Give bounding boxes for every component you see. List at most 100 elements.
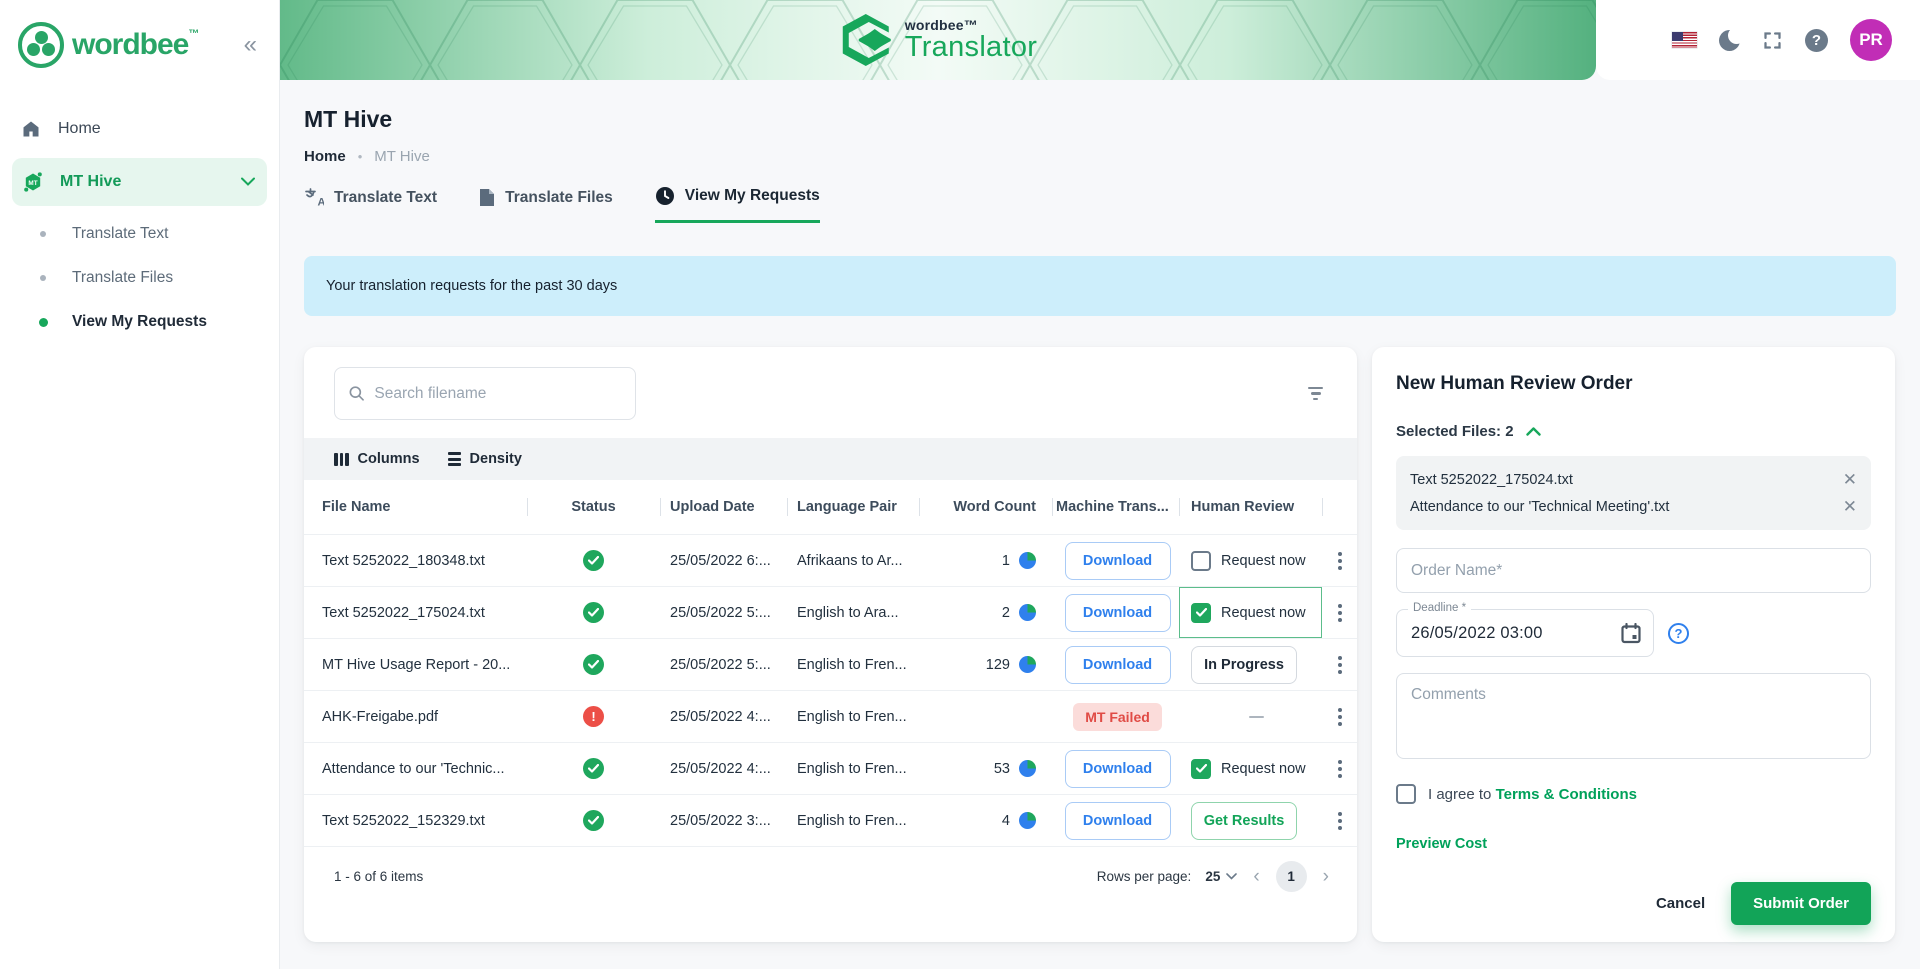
- cancel-button[interactable]: Cancel: [1656, 895, 1705, 912]
- status-cell: !: [527, 691, 660, 742]
- row-menu-icon[interactable]: [1333, 599, 1347, 627]
- sidebar-collapse-icon[interactable]: «: [244, 33, 261, 57]
- sidebar-item-translate-files[interactable]: Translate Files: [0, 256, 279, 300]
- request-now-checkbox[interactable]: [1191, 603, 1211, 623]
- word-count-value: 1: [1002, 553, 1010, 569]
- page-title: MT Hive: [304, 106, 392, 133]
- column-header-word-count[interactable]: Word Count: [919, 480, 1052, 534]
- filter-icon[interactable]: [1302, 381, 1329, 407]
- word-count-pie-icon: [1019, 604, 1036, 621]
- clock-icon: [655, 186, 675, 206]
- translator-logo: wordbee™ Translator: [839, 12, 1037, 68]
- sidebar-item-mt-hive[interactable]: MT MT Hive: [12, 158, 267, 206]
- brand-name: wordbee™: [72, 28, 198, 62]
- sidebar: wordbee™ « Home MT MT Hive Tra: [0, 0, 280, 969]
- download-button[interactable]: Download: [1065, 542, 1171, 580]
- language-pair-cell: English to Fren...: [787, 743, 919, 794]
- row-menu-icon[interactable]: [1333, 807, 1347, 835]
- dark-mode-icon[interactable]: [1719, 30, 1740, 51]
- search-icon: [349, 385, 364, 402]
- deadline-field[interactable]: Deadline * 26/05/2022 03:00: [1396, 609, 1654, 657]
- help-icon[interactable]: ?: [1805, 29, 1828, 52]
- submit-order-button[interactable]: Submit Order: [1731, 882, 1871, 925]
- request-now-checkbox[interactable]: [1191, 759, 1211, 779]
- row-actions-cell: [1322, 639, 1357, 690]
- search-box[interactable]: [334, 367, 636, 420]
- selected-file-item: Attendance to our 'Technical Meeting'.tx…: [1410, 493, 1857, 520]
- selected-file-name: Attendance to our 'Technical Meeting'.tx…: [1410, 499, 1669, 515]
- current-page-button[interactable]: 1: [1276, 861, 1307, 892]
- table-header-row: File Name Status Upload Date Language Pa…: [304, 480, 1357, 534]
- terms-link[interactable]: Terms & Conditions: [1496, 786, 1637, 803]
- selected-files-label: Selected Files: 2: [1396, 423, 1514, 440]
- download-button[interactable]: Download: [1065, 594, 1171, 632]
- column-header-machine-trans[interactable]: Machine Trans...: [1052, 480, 1179, 534]
- rows-per-page-select[interactable]: 25: [1205, 869, 1237, 884]
- row-menu-icon[interactable]: [1333, 547, 1347, 575]
- breadcrumb: Home • MT Hive: [304, 148, 430, 165]
- upload-date-cell: 25/05/2022 5:...: [660, 587, 787, 638]
- language-pair-cell: Afrikaans to Ar...: [787, 535, 919, 586]
- tab-view-my-requests[interactable]: View My Requests: [655, 186, 820, 223]
- tab-translate-text[interactable]: A Translate Text: [304, 186, 437, 223]
- request-now-label: Request now: [1221, 761, 1306, 777]
- sidebar-item-home[interactable]: Home: [0, 106, 279, 152]
- machine-translation-cell: Download: [1052, 743, 1179, 794]
- row-actions-cell: [1322, 587, 1357, 638]
- density-icon: [448, 452, 461, 466]
- human-review-cell: Request now: [1179, 535, 1322, 586]
- status-success-icon: [583, 810, 604, 831]
- avatar[interactable]: PR: [1850, 19, 1892, 61]
- chevron-down-icon: [241, 173, 255, 191]
- sidebar-item-label: View My Requests: [72, 313, 207, 331]
- remove-file-icon[interactable]: ✕: [1843, 498, 1857, 515]
- request-now-checkbox[interactable]: [1191, 551, 1211, 571]
- remove-file-icon[interactable]: ✕: [1843, 471, 1857, 488]
- column-header-file-name[interactable]: File Name: [304, 480, 527, 534]
- density-button[interactable]: Density: [448, 451, 522, 467]
- download-button[interactable]: Download: [1065, 646, 1171, 684]
- breadcrumb-home[interactable]: Home: [304, 148, 346, 165]
- deadline-help-icon[interactable]: ?: [1668, 623, 1689, 644]
- column-header-upload-date[interactable]: Upload Date: [660, 480, 787, 534]
- word-count-cell: 53: [919, 743, 1052, 794]
- table-row: MT Hive Usage Report - 20...25/05/2022 5…: [304, 638, 1357, 690]
- sidebar-item-translate-text[interactable]: Translate Text: [0, 212, 279, 256]
- get-results-button[interactable]: Get Results: [1191, 802, 1297, 840]
- word-count-pie-icon: [1019, 760, 1036, 777]
- table-row: Text 5252022_152329.txt25/05/2022 3:...E…: [304, 794, 1357, 846]
- fullscreen-icon[interactable]: [1762, 30, 1783, 51]
- language-pair-cell: English to Fren...: [787, 639, 919, 690]
- in-progress-button[interactable]: In Progress: [1191, 646, 1297, 684]
- preview-cost-link[interactable]: Preview Cost: [1396, 836, 1871, 852]
- calendar-icon[interactable]: [1621, 623, 1641, 644]
- language-flag-icon[interactable]: [1672, 32, 1697, 48]
- search-input[interactable]: [374, 385, 621, 403]
- column-header-language-pair[interactable]: Language Pair: [787, 480, 919, 534]
- breadcrumb-current: MT Hive: [374, 148, 430, 165]
- svg-text:A: A: [318, 197, 325, 208]
- terms-checkbox[interactable]: [1396, 784, 1416, 804]
- download-button[interactable]: Download: [1065, 750, 1171, 788]
- previous-page-icon[interactable]: ‹: [1251, 866, 1261, 888]
- row-actions-cell: [1322, 795, 1357, 846]
- order-name-input[interactable]: [1396, 548, 1871, 593]
- status-cell: [527, 587, 660, 638]
- row-menu-icon[interactable]: [1333, 703, 1347, 731]
- word-count-value: 129: [986, 657, 1010, 673]
- column-header-status[interactable]: Status: [527, 480, 660, 534]
- download-button[interactable]: Download: [1065, 802, 1171, 840]
- sidebar-item-label: Translate Text: [72, 225, 169, 243]
- row-menu-icon[interactable]: [1333, 651, 1347, 679]
- banner-product: Translator: [905, 31, 1037, 64]
- comments-textarea[interactable]: [1396, 673, 1871, 759]
- file-name-cell: Text 5252022_180348.txt: [304, 535, 527, 586]
- sidebar-item-view-my-requests[interactable]: View My Requests: [0, 300, 279, 344]
- chevron-up-icon[interactable]: [1526, 427, 1541, 436]
- tab-label: Translate Files: [505, 189, 613, 207]
- column-header-human-review[interactable]: Human Review: [1179, 480, 1322, 534]
- tab-translate-files[interactable]: Translate Files: [479, 186, 613, 223]
- row-menu-icon[interactable]: [1333, 755, 1347, 783]
- next-page-icon[interactable]: ›: [1321, 866, 1331, 888]
- columns-button[interactable]: Columns: [334, 451, 420, 467]
